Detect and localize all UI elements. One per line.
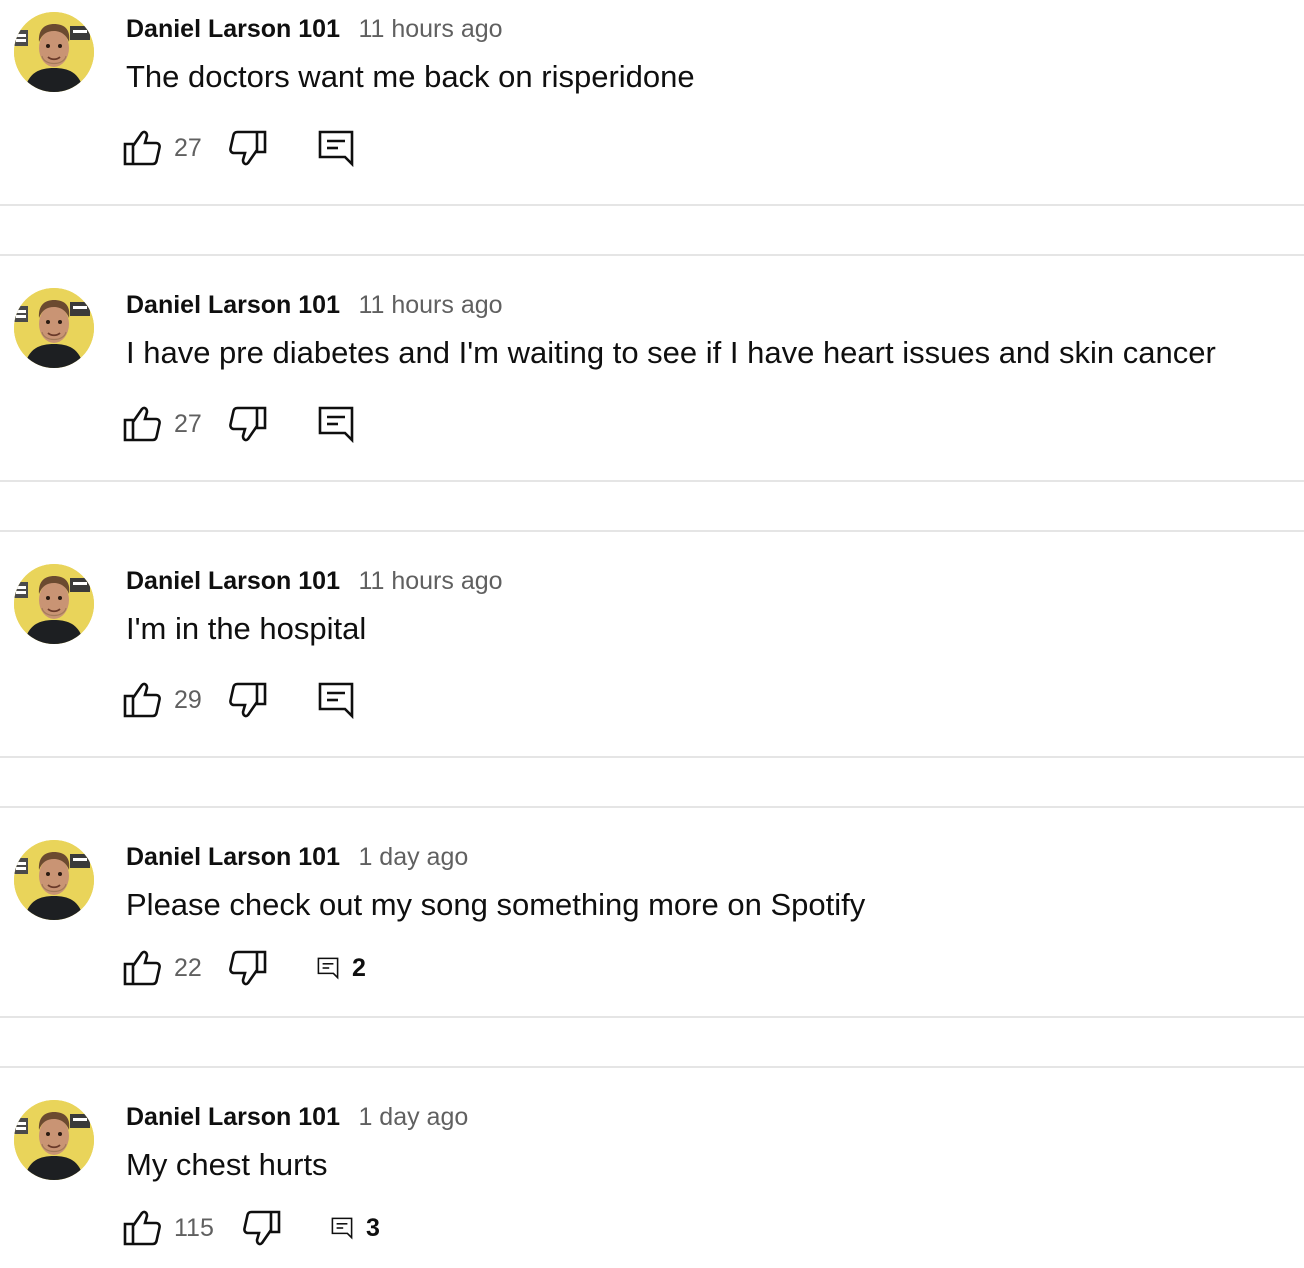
comment-icon (316, 680, 356, 720)
comment-icon (330, 1216, 354, 1240)
comment-text: Please check out my song something more … (126, 887, 866, 922)
timestamp[interactable]: 11 hours ago (358, 291, 502, 319)
replies-button[interactable] (330, 1216, 354, 1245)
thumbs-up-icon (122, 680, 162, 720)
avatar[interactable] (14, 288, 94, 368)
reply-button[interactable] (316, 680, 356, 725)
like-button[interactable] (122, 948, 162, 993)
timestamp[interactable]: 11 hours ago (358, 567, 502, 595)
divider (0, 254, 1304, 256)
like-count: 27 (174, 410, 202, 438)
like-button[interactable] (122, 128, 162, 173)
comment-text: The doctors want me back on risperidone (126, 59, 695, 94)
comment-text: I have pre diabetes and I'm waiting to s… (126, 335, 1216, 370)
reply-count[interactable]: 2 (352, 954, 366, 982)
comment-icon (316, 956, 340, 980)
reply-button[interactable] (316, 404, 356, 449)
like-button[interactable] (122, 680, 162, 725)
timestamp[interactable]: 1 day ago (358, 1103, 468, 1131)
like-count: 27 (174, 134, 202, 162)
divider (0, 204, 1304, 206)
author-name[interactable]: Daniel Larson 101 (126, 15, 340, 43)
thumbs-up-icon (122, 128, 162, 168)
comment-text: I'm in the hospital (126, 611, 367, 646)
avatar[interactable] (14, 1100, 94, 1180)
like-button[interactable] (122, 404, 162, 449)
like-count: 22 (174, 954, 202, 982)
thumbs-down-icon (228, 948, 268, 988)
comment-text: My chest hurts (126, 1147, 328, 1182)
divider (0, 806, 1304, 808)
comment-icon (316, 128, 356, 168)
replies-button[interactable] (316, 956, 340, 985)
author-name[interactable]: Daniel Larson 101 (126, 1103, 340, 1131)
divider (0, 530, 1304, 532)
like-count: 29 (174, 686, 202, 714)
divider (0, 1016, 1304, 1018)
reply-button[interactable] (316, 128, 356, 173)
avatar[interactable] (14, 564, 94, 644)
dislike-button[interactable] (228, 404, 268, 449)
timestamp[interactable]: 11 hours ago (358, 15, 502, 43)
thumbs-down-icon (228, 680, 268, 720)
like-button[interactable] (122, 1208, 162, 1253)
dislike-button[interactable] (228, 680, 268, 725)
timestamp[interactable]: 1 day ago (358, 843, 468, 871)
divider (0, 756, 1304, 758)
reply-count[interactable]: 3 (366, 1214, 380, 1242)
author-name[interactable]: Daniel Larson 101 (126, 843, 340, 871)
dislike-button[interactable] (228, 948, 268, 993)
dislike-button[interactable] (242, 1208, 282, 1253)
thumbs-up-icon (122, 948, 162, 988)
thumbs-up-icon (122, 1208, 162, 1248)
author-name[interactable]: Daniel Larson 101 (126, 291, 340, 319)
thumbs-up-icon (122, 404, 162, 444)
thumbs-down-icon (242, 1208, 282, 1248)
avatar[interactable] (14, 840, 94, 920)
thumbs-down-icon (228, 404, 268, 444)
thumbs-down-icon (228, 128, 268, 168)
divider (0, 480, 1304, 482)
dislike-button[interactable] (228, 128, 268, 173)
avatar[interactable] (14, 12, 94, 92)
divider (0, 1066, 1304, 1068)
comment-icon (316, 404, 356, 444)
like-count: 115 (174, 1214, 214, 1242)
author-name[interactable]: Daniel Larson 101 (126, 567, 340, 595)
